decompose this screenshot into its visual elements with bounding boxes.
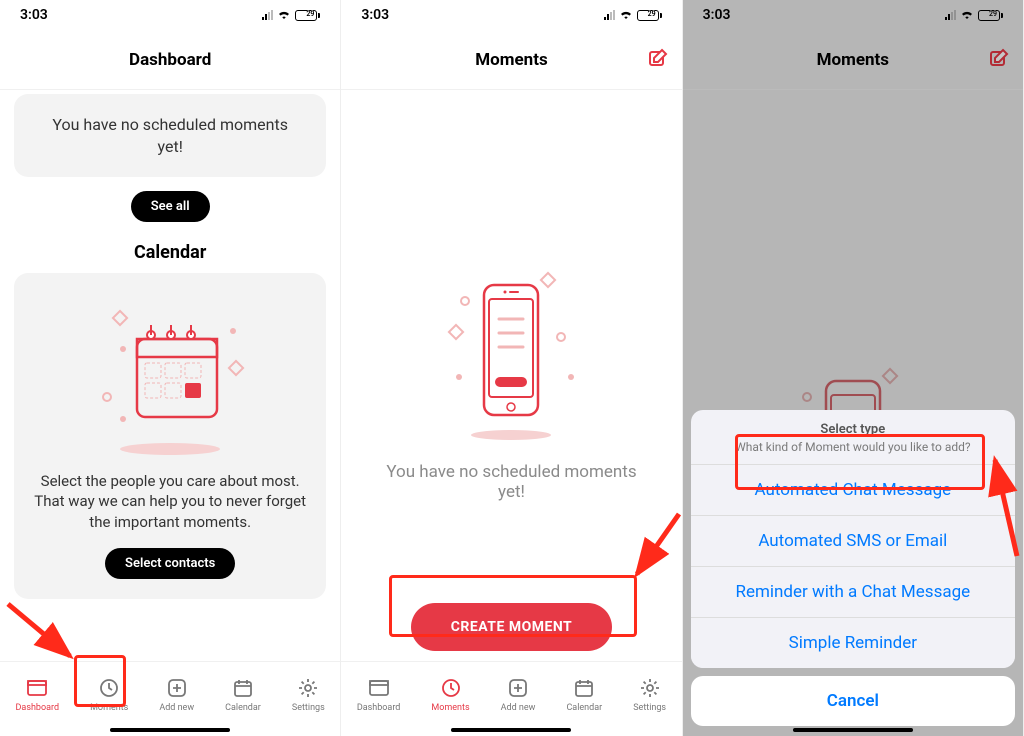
calendar-icon bbox=[571, 675, 597, 701]
tab-label: Dashboard bbox=[16, 703, 60, 713]
compose-icon[interactable] bbox=[648, 48, 668, 72]
tab-label: Moments bbox=[90, 703, 128, 713]
sheet-subtitle: What kind of Moment would you like to ad… bbox=[711, 440, 995, 454]
cellular-icon bbox=[604, 10, 615, 20]
tab-calendar[interactable]: Calendar bbox=[566, 675, 602, 713]
cellular-icon bbox=[262, 10, 273, 20]
moments-content: You have no scheduled moments yet! CREAT… bbox=[341, 90, 681, 661]
phone-illustration bbox=[411, 272, 611, 442]
sheet-header: Select type What kind of Moment would yo… bbox=[691, 410, 1015, 464]
tab-settings[interactable]: Settings bbox=[292, 675, 325, 713]
option-simple-reminder[interactable]: Simple Reminder bbox=[691, 617, 1015, 668]
status-time: 3:03 bbox=[361, 7, 389, 23]
gear-icon bbox=[637, 675, 663, 701]
tab-add-new[interactable]: Add new bbox=[501, 675, 536, 713]
tab-bar: Dashboard Moments Add new Calendar Setti… bbox=[0, 661, 340, 736]
wifi-icon bbox=[619, 8, 633, 22]
option-automated-chat[interactable]: Automated Chat Message bbox=[691, 464, 1015, 515]
plus-icon bbox=[505, 675, 531, 701]
empty-moments-text: You have no scheduled moments yet! bbox=[52, 115, 288, 156]
screenshot-moments-sheet: 3:03 29 Moments bbox=[683, 0, 1024, 736]
tab-add-new[interactable]: Add new bbox=[159, 675, 194, 713]
plus-icon bbox=[164, 675, 190, 701]
page-title: Moments bbox=[475, 50, 547, 70]
empty-moments-card: You have no scheduled moments yet! bbox=[14, 94, 326, 177]
calendar-illustration bbox=[34, 291, 306, 461]
calendar-empty-description: Select the people you care about most. T… bbox=[34, 471, 306, 532]
action-sheet: Select type What kind of Moment would yo… bbox=[691, 410, 1015, 668]
tab-label: Settings bbox=[292, 703, 325, 713]
tab-label: Moments bbox=[431, 703, 469, 713]
status-bar: 3:03 29 bbox=[341, 0, 681, 30]
screenshot-dashboard: 3:03 29 Dashboard You have no scheduled … bbox=[0, 0, 341, 736]
tab-label: Dashboard bbox=[357, 703, 401, 713]
create-moment-button[interactable]: CREATE MOMENT bbox=[411, 603, 613, 651]
cancel-button[interactable]: Cancel bbox=[691, 676, 1015, 726]
tab-dashboard[interactable]: Dashboard bbox=[357, 675, 401, 713]
screenshot-moments-empty: 3:03 29 Moments bbox=[341, 0, 682, 736]
tab-moments[interactable]: Moments bbox=[431, 675, 469, 713]
sheet-title: Select type bbox=[711, 422, 995, 437]
tab-label: Calendar bbox=[566, 703, 602, 713]
home-indicator[interactable] bbox=[451, 728, 571, 732]
status-time: 3:03 bbox=[20, 7, 48, 23]
tab-calendar[interactable]: Calendar bbox=[225, 675, 261, 713]
calendar-section-title: Calendar bbox=[0, 242, 340, 263]
see-all-button[interactable]: See all bbox=[131, 191, 210, 222]
clock-icon bbox=[96, 675, 122, 701]
tab-moments[interactable]: Moments bbox=[90, 675, 128, 713]
dashboard-icon bbox=[366, 675, 392, 701]
tab-label: Calendar bbox=[225, 703, 261, 713]
tab-dashboard[interactable]: Dashboard bbox=[16, 675, 60, 713]
clock-icon bbox=[438, 675, 464, 701]
tab-label: Settings bbox=[633, 703, 666, 713]
navbar: Dashboard bbox=[0, 30, 340, 90]
calendar-empty-card: Select the people you care about most. T… bbox=[14, 273, 326, 599]
battery-icon: 29 bbox=[295, 10, 320, 21]
page-title: Dashboard bbox=[129, 50, 211, 70]
status-right: 29 bbox=[262, 8, 320, 22]
navbar: Moments bbox=[341, 30, 681, 90]
tab-label: Add new bbox=[501, 703, 536, 713]
dashboard-content: You have no scheduled moments yet! See a… bbox=[0, 90, 340, 661]
option-reminder-chat[interactable]: Reminder with a Chat Message bbox=[691, 566, 1015, 617]
calendar-icon bbox=[230, 675, 256, 701]
wifi-icon bbox=[277, 8, 291, 22]
status-right: 29 bbox=[604, 8, 662, 22]
tab-label: Add new bbox=[159, 703, 194, 713]
home-indicator[interactable] bbox=[110, 728, 230, 732]
tab-bar: Dashboard Moments Add new Calendar Setti… bbox=[341, 661, 681, 736]
option-automated-sms-email[interactable]: Automated SMS or Email bbox=[691, 515, 1015, 566]
moments-empty-text: You have no scheduled moments yet! bbox=[371, 462, 651, 502]
tab-settings[interactable]: Settings bbox=[633, 675, 666, 713]
gear-icon bbox=[295, 675, 321, 701]
select-contacts-button[interactable]: Select contacts bbox=[105, 548, 235, 579]
status-bar: 3:03 29 bbox=[0, 0, 340, 30]
action-sheet-overlay[interactable]: Select type What kind of Moment would yo… bbox=[683, 0, 1023, 736]
dashboard-icon bbox=[24, 675, 50, 701]
battery-icon: 29 bbox=[637, 10, 662, 21]
